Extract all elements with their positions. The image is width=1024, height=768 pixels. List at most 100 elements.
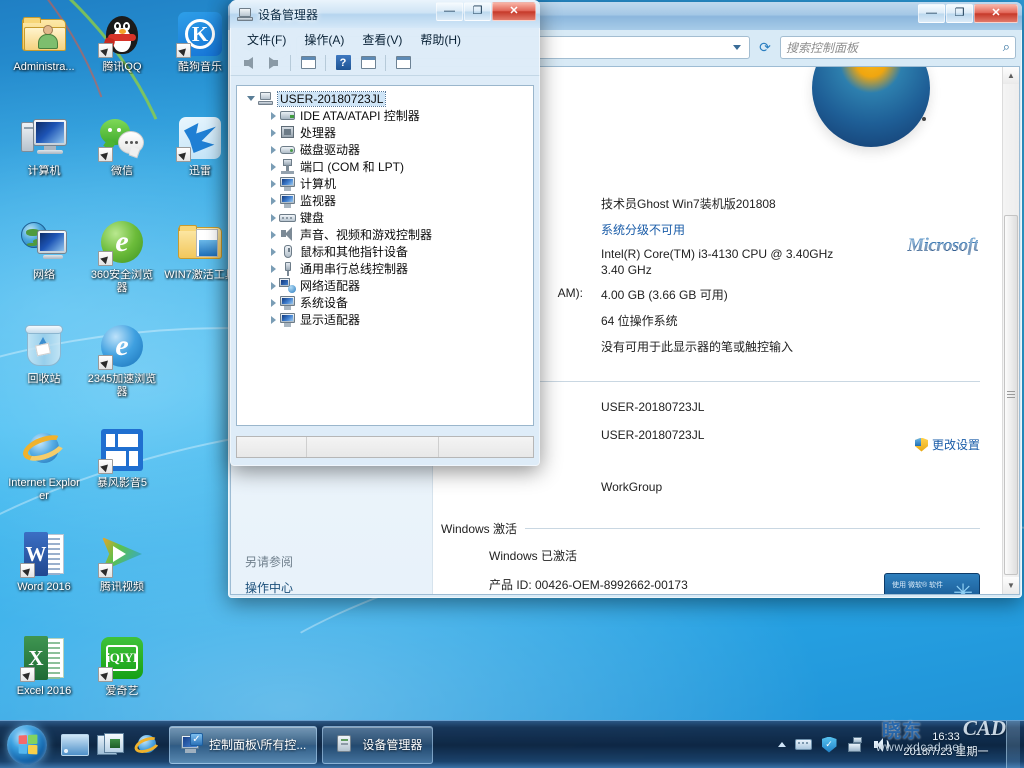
desktop-icon-recycle-bin[interactable]: 回收站 — [8, 318, 80, 422]
expand-collapse-icon[interactable] — [267, 128, 279, 137]
tree-node-processors[interactable]: 处理器 — [243, 124, 533, 141]
desktop-icon-internet-explorer[interactable]: Internet Explorer — [8, 422, 80, 526]
chevron-up-icon[interactable] — [778, 742, 786, 747]
close-button[interactable]: ✕ — [974, 4, 1018, 23]
desktop-icon-label: Internet Explorer — [8, 477, 80, 502]
vol­ume-icon[interactable] — [872, 736, 890, 754]
close-button[interactable]: ✕ — [492, 2, 536, 21]
quick-launch-internet-explorer[interactable] — [130, 726, 164, 764]
scroll-down-arrow-icon[interactable]: ▼ — [1003, 577, 1019, 594]
show-desktop-button[interactable] — [1006, 720, 1020, 768]
expand-collapse-icon[interactable] — [267, 230, 279, 239]
tree-node-monitors[interactable]: 监视器 — [243, 192, 533, 209]
minimize-button[interactable]: — — [436, 2, 463, 21]
update-driver-icon[interactable] — [357, 53, 379, 73]
expand-collapse-icon[interactable] — [267, 162, 279, 171]
expand-collapse-icon[interactable] — [245, 96, 257, 101]
change-settings-link[interactable]: 更改设置 — [914, 436, 980, 453]
properties-icon[interactable] — [297, 53, 319, 73]
windows-start-orb-icon — [7, 724, 47, 765]
kugou-music-icon: K — [176, 10, 224, 58]
security-shield-icon[interactable] — [820, 736, 838, 754]
expand-collapse-icon[interactable] — [267, 145, 279, 154]
tree-node-system-devices[interactable]: 系统设备 — [243, 294, 533, 311]
expand-collapse-icon[interactable] — [267, 264, 279, 273]
device-manager-titlebar[interactable]: 设备管理器 — ❐ ✕ — [230, 0, 540, 28]
maximize-button[interactable]: ❐ — [464, 2, 491, 21]
ports-icon — [279, 159, 296, 174]
taskbar-button-control-panel[interactable]: ✓ 控制面板\所有控... — [169, 725, 318, 764]
sidebar-item-action-center[interactable]: 操作中心 — [245, 579, 430, 594]
desktop[interactable]: Administra... 腾讯QQ K 酷狗音乐 计算机 微信 迅雷 网络 e… — [0, 0, 1024, 768]
desktop-icon-xunlei[interactable]: 迅雷 — [164, 110, 236, 214]
statusbar-pane-3 — [439, 437, 533, 457]
maximize-button[interactable]: ❐ — [946, 4, 973, 23]
device-tree[interactable]: USER-20180723JL IDE ATA/ATAPI 控制器 处理器 磁盘… — [236, 85, 534, 426]
menu-file[interactable]: 文件(F) — [238, 29, 295, 50]
expand-collapse-icon[interactable] — [267, 298, 279, 307]
tree-node-network-adapters[interactable]: 网络适配器 — [243, 277, 533, 294]
tree-node-root[interactable]: USER-20180723JL — [243, 90, 533, 107]
expand-collapse-icon[interactable] — [267, 281, 279, 290]
desktop-icon-2345-browser[interactable]: e 2345加速浏览器 — [86, 318, 158, 422]
expand-collapse-icon[interactable] — [267, 179, 279, 188]
expand-collapse-icon[interactable] — [267, 315, 279, 324]
content-scrollbar[interactable]: ▲ ▼ — [1002, 67, 1019, 594]
back-arrow-icon[interactable] — [237, 53, 259, 73]
tree-node-ports[interactable]: 端口 (COM 和 LPT) — [243, 158, 533, 175]
keyboard-layout-icon[interactable] — [794, 736, 812, 754]
desktop-icon-word[interactable]: W Word 2016 — [8, 526, 80, 630]
expand-collapse-icon[interactable] — [267, 196, 279, 205]
menu-help[interactable]: 帮助(H) — [411, 29, 470, 50]
expand-collapse-icon[interactable] — [267, 111, 279, 120]
desktop-icon-excel[interactable]: X Excel 2016 — [8, 630, 80, 734]
scan-hardware-icon[interactable] — [392, 53, 414, 73]
taskbar-button-device-manager[interactable]: 设备管理器 — [322, 725, 434, 764]
desktop-icon-win7-activation[interactable]: WIN7激活工具 — [164, 214, 236, 318]
device-manager-window[interactable]: 设备管理器 — ❐ ✕ 文件(F) 操作(A) 查看(V) 帮助(H) ? US… — [230, 0, 540, 466]
tree-node-computer[interactable]: 计算机 — [243, 175, 533, 192]
shortcut-overlay-icon — [20, 563, 35, 578]
quick-launch-media-player[interactable] — [94, 726, 128, 764]
tree-node-sound-video-game[interactable]: 声音、视频和游戏控制器 — [243, 226, 533, 243]
expand-collapse-icon[interactable] — [267, 247, 279, 256]
scrollbar-thumb[interactable] — [1004, 215, 1018, 575]
menu-action[interactable]: 操作(A) — [295, 29, 353, 50]
tree-node-display-adapters[interactable]: 显示适配器 — [243, 311, 533, 328]
section-divider — [531, 381, 980, 382]
desktop-icon-kugou-music[interactable]: K 酷狗音乐 — [164, 6, 236, 110]
desktop-icon-computer[interactable]: 计算机 — [8, 110, 80, 214]
desktop-icon-iqiyi[interactable]: iQIYI 爱奇艺 — [86, 630, 158, 734]
search-input[interactable]: 搜索控制面板 ⌕ — [780, 35, 1016, 59]
desktop-icon-baofeng[interactable]: 暴风影音5 — [86, 422, 158, 526]
desktop-icon-wechat[interactable]: 微信 — [86, 110, 158, 214]
tree-node-mice[interactable]: 鼠标和其他指针设备 — [243, 243, 533, 260]
desktop-icon-360-browser[interactable]: e 360安全浏览器 — [86, 214, 158, 318]
tree-node-ide-controllers[interactable]: IDE ATA/ATAPI 控制器 — [243, 107, 533, 124]
quick-launch-show-desktop[interactable] — [58, 726, 92, 764]
desktop-icon-network[interactable]: 网络 — [8, 214, 80, 318]
computer-node-icon — [279, 176, 296, 191]
expand-collapse-icon[interactable] — [267, 213, 279, 222]
forward-arrow-icon[interactable] — [262, 53, 284, 73]
taskbar-button-label: 控制面板\所有控... — [209, 738, 307, 752]
taskbar-clock[interactable]: 16:33 2018/7/23 星期一 — [898, 730, 994, 760]
network-icon[interactable] — [846, 736, 864, 754]
search-icon: ⌕ — [1002, 39, 1010, 54]
tree-node-label: 系统设备 — [300, 296, 349, 310]
tree-node-usb-controllers[interactable]: 通用串行总线控制器 — [243, 260, 533, 277]
menu-view[interactable]: 查看(V) — [353, 29, 411, 50]
minimize-button[interactable]: — — [918, 4, 945, 23]
start-button[interactable] — [2, 723, 52, 767]
chevron-down-icon[interactable] — [733, 44, 741, 50]
scroll-up-arrow-icon[interactable]: ▲ — [1003, 67, 1019, 84]
refresh-icon[interactable]: ⟳ — [755, 36, 775, 58]
tree-node-disk-drives[interactable]: 磁盘驱动器 — [243, 141, 533, 158]
tree-node-keyboards[interactable]: 键盘 — [243, 209, 533, 226]
system-type-value: 64 位操作系统 — [601, 314, 678, 328]
desktop-icon-administrator[interactable]: Administra... — [8, 6, 80, 110]
desktop-icon-tencent-qq[interactable]: 腾讯QQ — [86, 6, 158, 110]
desktop-icon-tencent-video[interactable]: 腾讯视频 — [86, 526, 158, 630]
help-icon[interactable]: ? — [332, 53, 354, 73]
computer-icon — [20, 114, 68, 162]
